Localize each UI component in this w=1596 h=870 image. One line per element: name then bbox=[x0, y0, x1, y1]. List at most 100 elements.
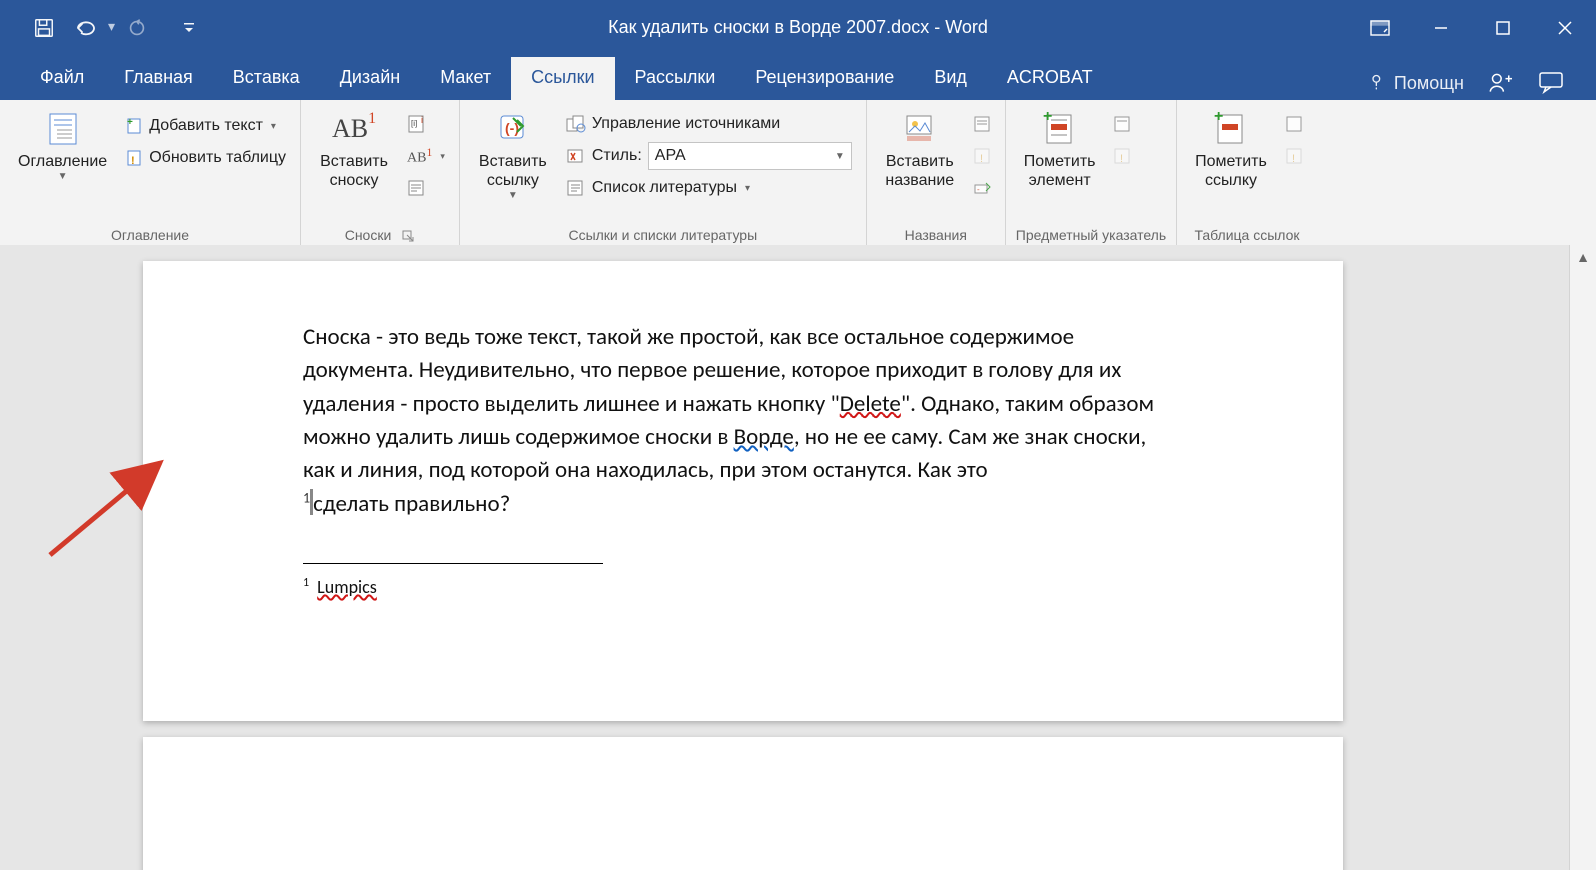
minimize-button[interactable] bbox=[1410, 8, 1472, 48]
insert-endnote-button[interactable]: [i] i bbox=[403, 108, 449, 140]
citation-style: Стиль: APA ▼ bbox=[562, 140, 856, 172]
group-toc-label: Оглавление bbox=[111, 227, 189, 243]
mark-citation-label: Пометить ссылку bbox=[1195, 152, 1267, 190]
scroll-up-button[interactable]: ▲ bbox=[1570, 245, 1596, 269]
group-index: + Пометить элемент ! Предметный указател… bbox=[1006, 100, 1177, 245]
svg-text:-: - bbox=[977, 185, 980, 194]
update-index-icon: ! bbox=[1113, 147, 1131, 165]
footnote-reference-mark[interactable]: 1 bbox=[303, 489, 310, 506]
update-table-button[interactable]: ! Обновить таблицу bbox=[121, 142, 290, 174]
cross-reference-button[interactable]: - bbox=[969, 172, 995, 204]
tab-mailings[interactable]: Рассылки bbox=[615, 57, 736, 100]
group-footnotes-label: Сноски bbox=[345, 227, 392, 243]
document-lastline[interactable]: сделать правильно? bbox=[313, 490, 510, 518]
table-figures-icon bbox=[973, 115, 991, 133]
mark-entry-label: Пометить элемент bbox=[1024, 152, 1096, 190]
svg-text:+: + bbox=[127, 117, 133, 128]
svg-text:i: i bbox=[421, 115, 423, 125]
update-toa-icon: ! bbox=[1285, 147, 1303, 165]
update-table-figures-button[interactable]: ! bbox=[969, 140, 995, 172]
tab-layout[interactable]: Макет bbox=[420, 57, 511, 100]
quick-access-toolbar: ▾ bbox=[0, 12, 205, 44]
insert-toa-icon bbox=[1285, 115, 1303, 133]
footnote-number: 1 bbox=[303, 576, 309, 590]
close-button[interactable] bbox=[1534, 8, 1596, 48]
qat-customize-button[interactable] bbox=[173, 12, 205, 44]
bibliography-icon bbox=[566, 179, 586, 197]
mark-citation-button[interactable]: + Пометить ссылку bbox=[1187, 106, 1275, 194]
tab-references[interactable]: Ссылки bbox=[511, 57, 614, 100]
svg-text:!: ! bbox=[1292, 153, 1295, 165]
group-toc: Оглавление ▼ + Добавить текст▾ ! Обновит… bbox=[0, 100, 301, 245]
show-notes-button[interactable] bbox=[403, 172, 449, 204]
manage-sources-label: Управление источниками bbox=[592, 115, 780, 133]
mark-entry-button[interactable]: + Пометить элемент bbox=[1016, 106, 1104, 194]
bibliography-label: Список литературы bbox=[592, 179, 737, 197]
insert-table-figures-button[interactable] bbox=[969, 108, 995, 140]
insert-caption-icon bbox=[903, 110, 937, 148]
insert-footnote-icon: AB1 bbox=[332, 110, 376, 148]
svg-text:[i]: [i] bbox=[411, 119, 417, 128]
save-button[interactable] bbox=[28, 12, 60, 44]
tab-file[interactable]: Файл bbox=[20, 57, 104, 100]
update-table-label: Обновить таблицу bbox=[149, 149, 286, 167]
insert-index-icon bbox=[1113, 115, 1131, 133]
update-table-icon: ! bbox=[125, 149, 143, 167]
tab-acrobat[interactable]: ACROBAT bbox=[987, 57, 1113, 100]
crossref-icon: - bbox=[973, 179, 991, 197]
document-area[interactable]: Сноска - это ведь тоже текст, такой же п… bbox=[0, 245, 1570, 870]
undo-button[interactable] bbox=[70, 12, 102, 44]
tab-view[interactable]: Вид bbox=[914, 57, 987, 100]
tell-me-label: Помощн bbox=[1394, 73, 1464, 94]
tell-me[interactable]: Помощн bbox=[1368, 73, 1464, 94]
tab-insert[interactable]: Вставка bbox=[213, 57, 320, 100]
toc-button[interactable]: Оглавление ▼ bbox=[10, 106, 115, 187]
update-toa-button[interactable]: ! bbox=[1281, 140, 1307, 172]
add-text-button[interactable]: + Добавить текст▾ bbox=[121, 110, 290, 142]
footnotes-dialog-launcher[interactable] bbox=[401, 229, 415, 243]
endnote-icon: [i] i bbox=[407, 114, 429, 134]
footnote-text[interactable]: 1 Lumpics bbox=[303, 574, 1183, 600]
insert-caption-label: Вставить название bbox=[885, 152, 954, 190]
citation-style-combo[interactable]: APA ▼ bbox=[648, 142, 852, 170]
comments-button[interactable] bbox=[1534, 66, 1568, 100]
update-figures-icon: ! bbox=[973, 147, 991, 165]
mark-entry-icon: + bbox=[1041, 110, 1079, 148]
maximize-button[interactable] bbox=[1472, 8, 1534, 48]
share-button[interactable] bbox=[1482, 66, 1516, 100]
insert-caption-button[interactable]: Вставить название bbox=[877, 106, 963, 194]
svg-text:!: ! bbox=[131, 155, 135, 167]
footnote-body[interactable]: Lumpics bbox=[317, 576, 377, 598]
window-controls bbox=[1358, 8, 1596, 48]
insert-citation-label: Вставить ссылку bbox=[479, 152, 547, 190]
next-footnote-button[interactable]: AB1▾ bbox=[403, 140, 449, 172]
bibliography-button[interactable]: Список литературы▾ bbox=[562, 172, 856, 204]
group-citations: (-) Вставить ссылку ▼ Управление источни… bbox=[460, 100, 867, 245]
vertical-scrollbar[interactable]: ▲ bbox=[1569, 245, 1596, 870]
group-captions: Вставить название ! - Названия bbox=[867, 100, 1006, 245]
tab-design[interactable]: Дизайн bbox=[320, 57, 421, 100]
document-paragraph[interactable]: Сноска - это ведь тоже текст, такой же п… bbox=[303, 323, 1154, 484]
insert-index-button[interactable] bbox=[1109, 108, 1135, 140]
insert-citation-button[interactable]: (-) Вставить ссылку ▼ bbox=[470, 106, 556, 206]
chevron-down-icon: ▼ bbox=[835, 151, 845, 162]
insert-footnote-button[interactable]: AB1 Вставить сноску bbox=[311, 106, 397, 194]
style-label: Стиль: bbox=[592, 147, 642, 165]
group-citations-label: Ссылки и списки литературы bbox=[568, 227, 757, 243]
document-page[interactable]: Сноска - это ведь тоже текст, такой же п… bbox=[143, 261, 1343, 721]
manage-sources-button[interactable]: Управление источниками bbox=[562, 108, 856, 140]
tab-home[interactable]: Главная bbox=[104, 57, 213, 100]
ribbon: Оглавление ▼ + Добавить текст▾ ! Обновит… bbox=[0, 100, 1596, 246]
insert-citation-icon: (-) bbox=[495, 110, 531, 148]
redo-button[interactable] bbox=[121, 12, 153, 44]
insert-toa-button[interactable] bbox=[1281, 108, 1307, 140]
svg-text:+: + bbox=[1043, 111, 1052, 125]
svg-text:+: + bbox=[1214, 111, 1223, 125]
group-captions-label: Названия bbox=[905, 227, 967, 243]
ribbon-display-options-button[interactable] bbox=[1358, 8, 1402, 48]
tab-review[interactable]: Рецензирование bbox=[735, 57, 914, 100]
group-toa-label: Таблица ссылок bbox=[1194, 227, 1299, 243]
update-index-button[interactable]: ! bbox=[1109, 140, 1135, 172]
document-content[interactable]: Сноска - это ведь тоже текст, такой же п… bbox=[143, 261, 1343, 600]
document-page-2[interactable] bbox=[143, 737, 1343, 870]
